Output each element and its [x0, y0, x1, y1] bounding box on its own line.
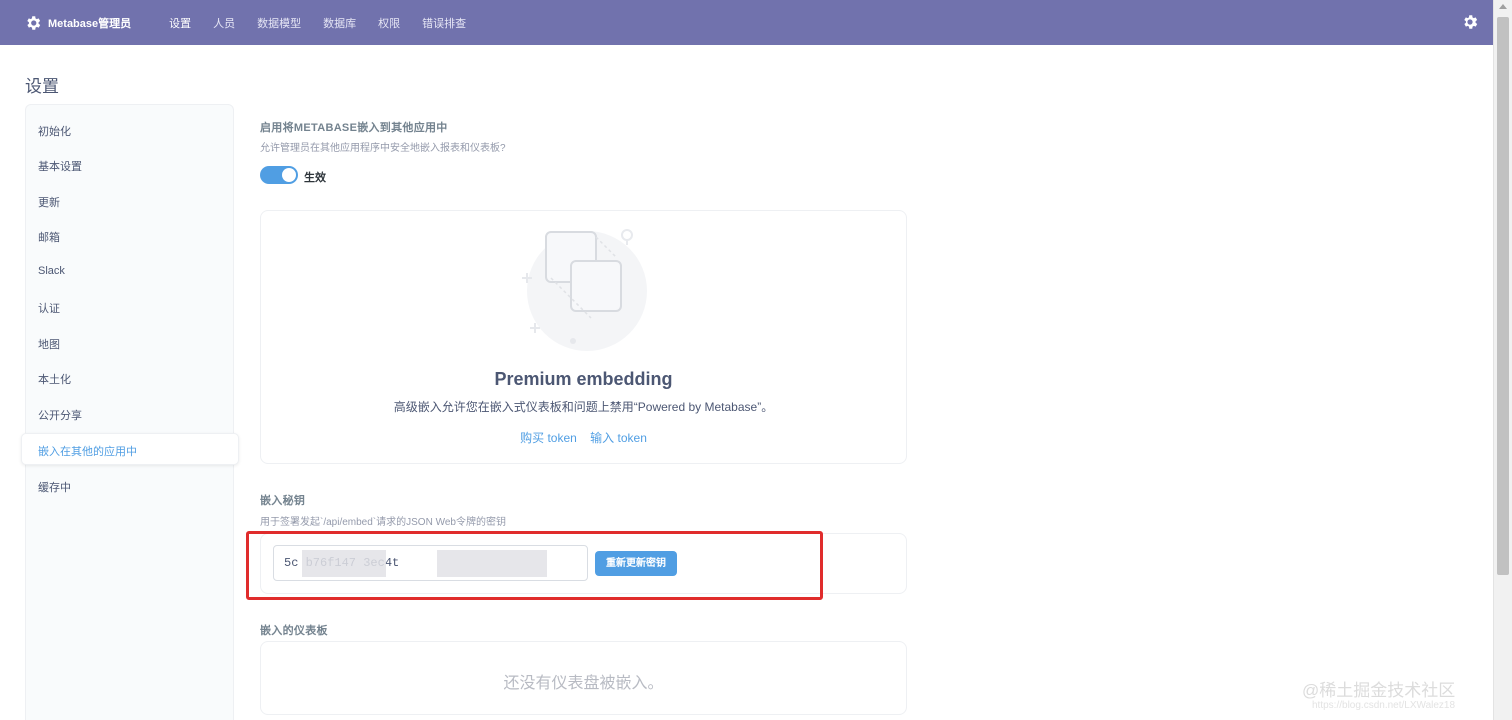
watermark-url: https://blog.csdn.net/LXWalez18	[1312, 700, 1456, 711]
brand[interactable]: Metabase管理员	[24, 14, 131, 32]
sidebar-item-slack[interactable]: Slack	[38, 265, 65, 277]
secret-key-description: 用于签署发起`/api/embed`请求的JSON Web令牌的密钥	[260, 517, 506, 528]
scrollbar[interactable]	[1493, 0, 1512, 720]
red-highlight-box	[246, 531, 823, 600]
toggle-knob	[282, 168, 296, 182]
nav-people[interactable]: 人员	[213, 15, 235, 31]
buy-token-link[interactable]: 购买 token	[520, 431, 577, 445]
sidebar-item-email[interactable]: 邮箱	[38, 229, 60, 245]
secret-key-title: 嵌入秘钥	[260, 495, 306, 507]
sidebar-item-embedding[interactable]: 嵌入在其他的应用中	[21, 433, 239, 465]
embedded-dashboards-card: 还没有仪表盘被嵌入。	[260, 641, 907, 715]
watermark: @稀土掘金技术社区	[1302, 681, 1456, 700]
embedded-dashboards-title: 嵌入的仪表板	[260, 625, 328, 637]
admin-nav: 设置 人员 数据模型 数据库 权限 错误排查	[169, 15, 488, 31]
sidebar-item-authentication[interactable]: 认证	[38, 300, 60, 316]
enter-token-link[interactable]: 输入 token	[590, 431, 647, 445]
embedding-illustration-icon	[522, 229, 647, 351]
nav-databases[interactable]: 数据库	[323, 15, 356, 31]
embedding-section-description: 允许管理员在其他应用程序中安全地嵌入报表和仪表板?	[260, 143, 506, 154]
sidebar-item-localization[interactable]: 本土化	[38, 371, 71, 387]
sidebar-item-embedding-label: 嵌入在其他的应用中	[38, 446, 137, 458]
scroll-up-arrow-icon[interactable]	[1499, 4, 1507, 9]
embedding-toggle[interactable]	[260, 166, 298, 184]
settings-sidebar: 初始化 基本设置 更新 邮箱 Slack 认证 地图 本土化 公开分享 缓存中	[25, 104, 234, 720]
scrollbar-thumb[interactable]	[1497, 17, 1509, 575]
brand-label: Metabase管理员	[48, 17, 132, 30]
metabase-gear-icon	[27, 15, 41, 30]
sidebar-item-caching[interactable]: 缓存中	[38, 479, 71, 495]
settings-gear-icon[interactable]	[1461, 13, 1479, 31]
nav-settings[interactable]: 设置	[169, 15, 191, 31]
sidebar-item-public-sharing[interactable]: 公开分享	[38, 407, 82, 423]
sidebar-item-maps[interactable]: 地图	[38, 336, 60, 352]
top-nav-bar: Metabase管理员 设置 人员 数据模型 数据库 权限 错误排查	[0, 0, 1493, 45]
nav-troubleshooting[interactable]: 错误排查	[422, 15, 466, 31]
sidebar-item-general[interactable]: 基本设置	[38, 158, 82, 174]
empty-state-text: 还没有仪表盘被嵌入。	[503, 675, 664, 692]
nav-permissions[interactable]: 权限	[378, 15, 400, 31]
page-title: 设置	[25, 77, 59, 96]
premium-title: Premium embedding	[494, 369, 673, 389]
sidebar-item-updates[interactable]: 更新	[38, 194, 60, 210]
sidebar-item-setup[interactable]: 初始化	[38, 123, 71, 139]
nav-data-model[interactable]: 数据模型	[257, 15, 301, 31]
embedding-section-title: 启用将METABASE嵌入到其他应用中	[260, 122, 448, 134]
premium-embedding-card: Premium embedding 高级嵌入允许您在嵌入式仪表板和问题上禁用“P…	[260, 210, 907, 464]
premium-description: 高级嵌入允许您在嵌入式仪表板和问题上禁用“Powered by Metabase…	[393, 400, 774, 414]
embedding-toggle-label: 生效	[304, 172, 326, 184]
premium-links: 购买 token 输入 token	[261, 429, 906, 446]
